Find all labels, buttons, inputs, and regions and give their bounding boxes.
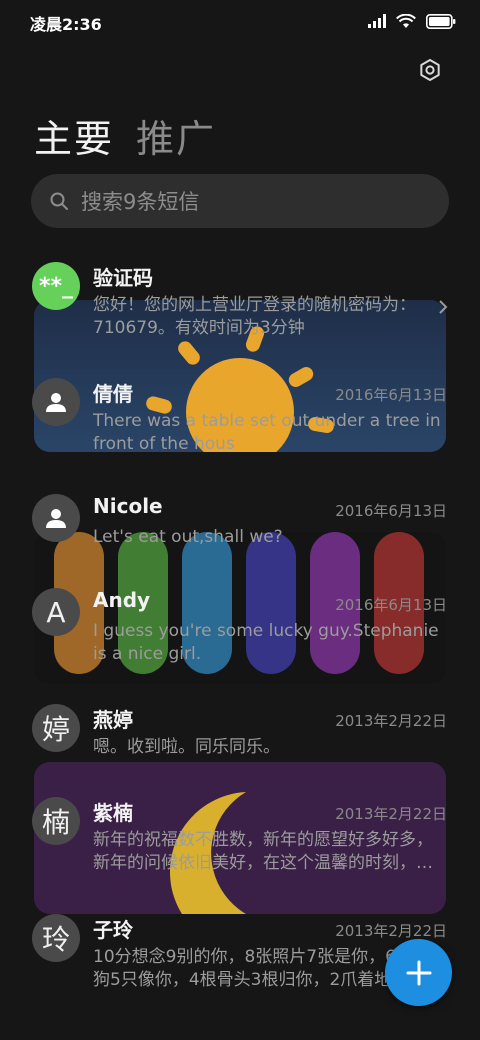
preview-line: There was a table set out under a tree i…: [93, 411, 441, 431]
sender-name: 燕婷: [93, 708, 133, 732]
signal-icon: [368, 14, 386, 28]
preview-line: 您好！您的网上营业厅登录的随机密码为：: [93, 295, 416, 315]
sender-name: 紫楠: [93, 801, 133, 825]
message-preview: There was a table set out under a tree i…: [93, 410, 445, 456]
preview-line: I guess you're some lucky guy.Stephanie: [93, 621, 439, 641]
sender-name: 验证码: [93, 266, 153, 290]
avatar: 玲: [32, 914, 80, 962]
message-item[interactable]: **_ 验证码 您好！您的网上营业厅登录的随机密码为： 710679。有效时间为…: [0, 262, 480, 362]
message-preview: I guess you're some lucky guy.Stephanie …: [93, 620, 445, 666]
status-bar: 凌晨2:36: [0, 0, 480, 44]
tab-promotions[interactable]: 推广: [136, 108, 216, 163]
chevron-right-icon: [438, 296, 448, 320]
message-item[interactable]: 婷 燕婷 2013年2月22日 嗯。收到啦。同乐同乐。: [0, 704, 480, 804]
preview-line: 新年的问候依旧美好，在这个温馨的时刻，…: [93, 853, 433, 873]
preview-line: front of the hous: [93, 434, 235, 454]
message-date: 2013年2月22日: [335, 922, 447, 940]
tab-bar: 主要 推广: [34, 108, 216, 163]
status-time: 凌晨2:36: [30, 15, 102, 34]
preview-line: 710679。有效时间为3分钟: [93, 318, 305, 338]
preview-line: 新年的祝福数不胜数，新年的愿望好多好多，: [93, 830, 433, 850]
message-item[interactable]: A Andy 2016年6月13日 I guess you're some lu…: [0, 588, 480, 688]
status-icons: [368, 12, 456, 30]
message-date: 2016年6月13日: [335, 502, 447, 520]
person-avatar-icon: [32, 494, 80, 542]
settings-button[interactable]: [414, 54, 446, 86]
preview-line: is a nice girl.: [93, 644, 202, 664]
message-item[interactable]: 倩倩 2016年6月13日 There was a table set out …: [0, 378, 480, 478]
wifi-icon: [396, 13, 416, 28]
sender-name: Andy: [93, 588, 151, 612]
search-input[interactable]: 搜索9条短信: [31, 174, 449, 228]
plus-icon: [406, 960, 431, 985]
message-date: 2016年6月13日: [335, 386, 447, 404]
avatar: 楠: [32, 797, 80, 845]
tab-primary[interactable]: 主要: [34, 108, 114, 163]
message-preview: Let's eat out,shall we?: [93, 526, 445, 549]
message-preview: 嗯。收到啦。同乐同乐。: [93, 736, 445, 759]
person-avatar-icon: [32, 378, 80, 426]
sender-name: 倩倩: [93, 382, 133, 406]
battery-icon: [426, 13, 456, 29]
avatar: 婷: [32, 704, 80, 752]
compose-button[interactable]: [385, 939, 452, 1006]
search-icon: [50, 192, 68, 210]
preview-line: 嗯。收到啦。同乐同乐。: [93, 737, 280, 757]
settings-icon: [420, 59, 440, 81]
message-date: 2016年6月13日: [335, 596, 447, 614]
message-preview: 您好！您的网上营业厅登录的随机密码为： 710679。有效时间为3分钟: [93, 294, 445, 340]
message-date: 2013年2月22日: [335, 712, 447, 730]
sender-name: 子玲: [93, 918, 133, 942]
message-date: 2013年2月22日: [335, 805, 447, 823]
avatar: **_: [32, 262, 80, 310]
message-item[interactable]: Nicole 2016年6月13日 Let's eat out,shall we…: [0, 494, 480, 594]
search-placeholder: 搜索9条短信: [81, 190, 200, 214]
message-item[interactable]: 楠 紫楠 2013年2月22日 新年的祝福数不胜数，新年的愿望好多好多， 新年的…: [0, 797, 480, 897]
preview-line: Let's eat out,shall we?: [93, 527, 283, 547]
message-preview: 新年的祝福数不胜数，新年的愿望好多好多， 新年的问候依旧美好，在这个温馨的时刻，…: [93, 829, 445, 875]
sender-name: Nicole: [93, 494, 163, 518]
avatar: A: [32, 588, 80, 636]
